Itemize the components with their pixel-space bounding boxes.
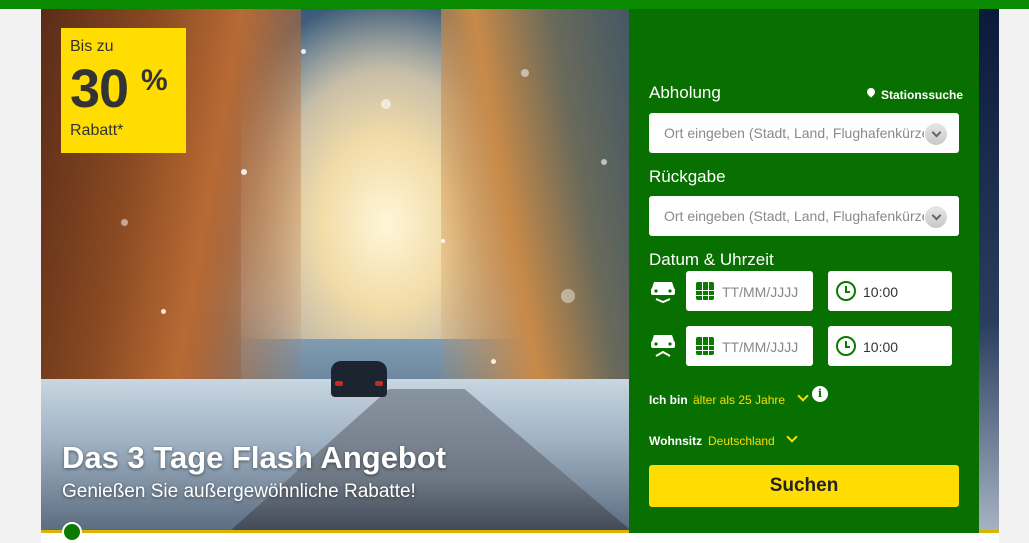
station-search-link[interactable]: Stationssuche [866, 88, 963, 102]
return-location-input[interactable]: Ort eingeben (Stadt, Land, Flughafenkürz… [649, 196, 959, 236]
return-date-placeholder: TT/MM/JJJJ [722, 339, 799, 355]
residence-label: Wohnsitz [649, 434, 703, 448]
age-select[interactable]: älter als 25 Jahre [693, 393, 785, 407]
car-taillight [335, 381, 343, 386]
hero-headline: Das 3 Tage Flash Angebot [62, 440, 447, 475]
clock-icon [836, 281, 856, 301]
hero-subline: Genießen Sie außergewöhnliche Rabatte! [62, 481, 416, 502]
pickup-date-input[interactable]: TT/MM/JJJJ [686, 271, 813, 311]
return-time-value: 10:00 [863, 339, 899, 355]
snowflake [381, 99, 391, 109]
pickup-location-placeholder: Ort eingeben (Stadt, Land, Flughafenkürz… [664, 125, 924, 141]
pickup-time-value: 10:00 [863, 284, 899, 300]
snowflake [521, 69, 529, 77]
pickup-label: Abholung [649, 83, 721, 102]
calendar-icon [696, 337, 714, 355]
snowflake [161, 309, 166, 314]
snowflake [601, 159, 607, 165]
calendar-icon [696, 282, 714, 300]
residence-select[interactable]: Deutschland [708, 434, 775, 448]
return-location-placeholder: Ort eingeben (Stadt, Land, Flughafenkürz… [664, 208, 924, 224]
below-hero-strip [41, 533, 999, 543]
snowflake [491, 359, 496, 364]
slider-dot[interactable] [62, 522, 82, 542]
car-pickup-icon [651, 282, 675, 304]
discount-number: 30 [70, 59, 129, 119]
info-icon[interactable]: i [812, 386, 828, 402]
car-return-icon [651, 335, 675, 357]
discount-prefix: Bis zu [70, 38, 114, 55]
snowflake [301, 49, 306, 54]
top-bar [0, 0, 1029, 9]
clock-icon [836, 336, 856, 356]
snowflake [561, 289, 575, 303]
return-time-input[interactable]: 10:00 [828, 326, 952, 366]
pickup-date-placeholder: TT/MM/JJJJ [722, 284, 799, 300]
return-date-input[interactable]: TT/MM/JJJJ [686, 326, 813, 366]
chevron-down-icon[interactable] [925, 206, 947, 228]
datetime-label: Datum & Uhrzeit [649, 250, 774, 269]
car-taillight [375, 381, 383, 386]
snowflake [441, 239, 445, 243]
pickup-location-input[interactable]: Ort eingeben (Stadt, Land, Flughafenkürz… [649, 113, 959, 153]
search-button[interactable]: Suchen [649, 465, 959, 507]
hero-car [331, 361, 387, 397]
chevron-down-icon[interactable] [925, 123, 947, 145]
discount-percent: % [141, 64, 168, 97]
snowflake [241, 169, 247, 175]
station-search-label: Stationssuche [881, 88, 964, 102]
pickup-time-input[interactable]: 10:00 [828, 271, 952, 311]
hero-right-edge [979, 9, 999, 534]
snowflake [121, 219, 128, 226]
map-pin-icon [866, 88, 876, 102]
return-label: Rückgabe [649, 167, 726, 186]
age-label: Ich bin [649, 393, 688, 407]
discount-suffix: Rabatt* [70, 122, 124, 139]
discount-badge: Bis zu 30 % Rabatt* [61, 28, 186, 153]
